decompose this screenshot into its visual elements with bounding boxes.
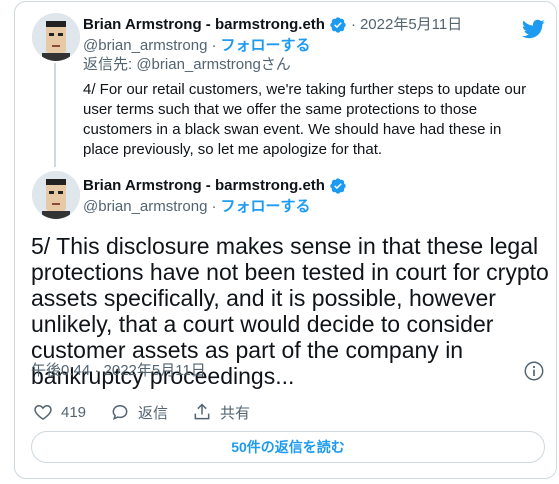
tweet1-date[interactable]: 2022年5月11日 [360, 15, 462, 35]
reply-label: 返信 [138, 404, 169, 422]
separator: · [211, 37, 217, 54]
info-icon[interactable] [523, 360, 545, 382]
tweet1-text: 4/ For our retail customers, we're takin… [83, 81, 527, 158]
share-icon [194, 403, 210, 420]
handle[interactable]: @brian_armstrong [83, 197, 207, 217]
share-label: 共有 [220, 404, 251, 422]
author-name[interactable]: Brian Armstrong - barmstrong.eth [83, 176, 325, 196]
reply-button[interactable]: 返信 [110, 402, 168, 423]
avatar[interactable] [32, 13, 80, 61]
author-name[interactable]: Brian Armstrong - barmstrong.eth [83, 15, 325, 35]
like-count: 419 [61, 403, 87, 421]
twitter-bird-icon[interactable] [521, 17, 545, 41]
verified-badge-icon [329, 177, 347, 195]
heart-icon [34, 404, 52, 420]
read-replies-button[interactable]: 50件の返信を読む [31, 431, 545, 463]
follow-button[interactable]: フォローする [220, 36, 310, 56]
verified-badge-icon [329, 16, 347, 34]
tweet1-author-row: Brian Armstrong - barmstrong.eth · 2022年… [83, 15, 462, 35]
avatar[interactable] [32, 171, 80, 219]
follow-button[interactable]: フォローする [220, 197, 310, 217]
tweet2-author-row: Brian Armstrong - barmstrong.eth [83, 176, 347, 196]
like-button[interactable]: 419 [33, 402, 86, 422]
thread-connector [54, 63, 56, 167]
tweet-embed-card: Brian Armstrong - barmstrong.eth · 2022年… [14, 1, 557, 479]
share-button[interactable]: 共有 [192, 402, 250, 423]
action-bar: 419 返信 共有 [33, 400, 274, 424]
separator: · [350, 16, 356, 33]
reply-to-label[interactable]: 返信先: @brian_armstrongさん [83, 55, 291, 75]
tweet1-handle-row: @brian_armstrong · フォローする [83, 36, 310, 56]
reply-bubble-icon [112, 404, 128, 421]
handle[interactable]: @brian_armstrong [83, 36, 207, 56]
tweet-timestamp[interactable]: 午後0:44 · 2022年5月11日 [31, 361, 206, 381]
separator: · [211, 198, 217, 215]
tweet2-handle-row: @brian_armstrong · フォローする [83, 197, 310, 217]
